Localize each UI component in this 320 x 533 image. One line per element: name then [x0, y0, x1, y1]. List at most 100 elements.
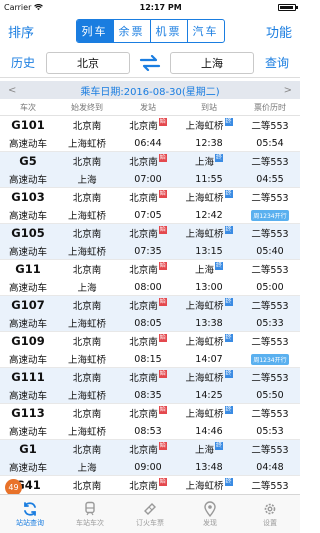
- functions-button[interactable]: 功能: [266, 22, 292, 41]
- travel-duration: 05:40: [256, 245, 284, 257]
- train-code: G1: [19, 442, 37, 456]
- ticket-price: 二等553: [251, 445, 289, 456]
- date-bar: < 乘车日期:2016-08-30(星期二) >: [0, 81, 300, 99]
- tab-book-tickets[interactable]: 订火车票: [120, 495, 180, 533]
- train-row[interactable]: G105 北京南 北京南始上海虹桥终二等553 高速动车 上海虹桥 07:35 13:15 0…: [0, 224, 300, 260]
- swap-stations-button[interactable]: [136, 53, 164, 73]
- clock: 12:17 PM: [139, 2, 182, 12]
- tab-station-query[interactable]: 站站查询: [0, 495, 60, 533]
- origin-station: 北京南: [72, 373, 102, 384]
- origin-station: 北京南: [72, 193, 102, 204]
- column-train[interactable]: 车次: [0, 102, 56, 113]
- start-station-tag: 始: [158, 190, 167, 198]
- tab-label: 发现: [203, 518, 217, 527]
- arrive-time: 13:00: [195, 281, 223, 293]
- train-row-top: G41 北京南 北京南始上海虹桥终二等553: [0, 476, 300, 494]
- travel-date[interactable]: 乘车日期:2016-08-30(星期二): [80, 83, 219, 98]
- end-station-tag: 终: [224, 298, 233, 306]
- train-row-top: G101 北京南 北京南始上海虹桥终二等553: [0, 116, 300, 134]
- history-button[interactable]: 历史: [6, 54, 40, 71]
- start-station-tag: 始: [158, 406, 167, 414]
- column-price-duration[interactable]: 票价历时: [240, 102, 300, 113]
- train-row[interactable]: G103 北京南 北京南始上海虹桥终二等553 高速动车 上海虹桥 07:05 12:42 周…: [0, 188, 300, 224]
- tab-label: 站站查询: [16, 518, 44, 527]
- depart-time: 06:44: [134, 137, 162, 149]
- arrive-time: 12:38: [195, 137, 223, 149]
- depart-station-cell: 北京南始: [118, 370, 178, 384]
- train-type: 高速动车: [8, 175, 47, 186]
- depart-station-cell: 北京南始: [118, 154, 178, 168]
- column-arrive[interactable]: 到站: [178, 102, 240, 113]
- query-button[interactable]: 查询: [260, 54, 294, 71]
- end-station-tag: 终: [224, 370, 233, 378]
- train-code: G107: [11, 298, 45, 312]
- to-station-field[interactable]: 上海: [170, 51, 254, 74]
- train-row-bottom: 高速动车 上海虹桥 08:35 14:25 05:50: [0, 386, 300, 404]
- arrive-station: 上海: [194, 445, 214, 456]
- arrive-station-cell: 上海终: [178, 262, 240, 276]
- segment-bus[interactable]: 汽车: [188, 20, 224, 42]
- arrive-time: 14:46: [195, 425, 223, 437]
- train-row[interactable]: G5 北京南 北京南始上海终二等553 高速动车 上海 07:00 11:55 04:55: [0, 152, 300, 188]
- sort-button[interactable]: 排序: [8, 22, 34, 41]
- depart-station-cell: 北京南始: [118, 190, 178, 204]
- segment-flights[interactable]: 机票: [151, 20, 188, 42]
- train-type: 高速动车: [8, 211, 47, 222]
- segment-train[interactable]: 列车: [76, 20, 114, 42]
- previous-day-button[interactable]: <: [8, 85, 16, 96]
- train-code: G109: [11, 334, 45, 348]
- arrive-station-cell: 上海虹桥终: [178, 478, 240, 492]
- from-station-field[interactable]: 北京: [46, 51, 130, 74]
- start-station-tag: 始: [158, 118, 167, 126]
- tab-label: 订火车票: [136, 518, 164, 527]
- segment-remaining-tickets[interactable]: 余票: [114, 20, 151, 42]
- depart-station: 北京南: [129, 301, 158, 312]
- arrive-station: 上海虹桥: [185, 301, 224, 312]
- train-row[interactable]: G109 北京南 北京南始上海虹桥终二等553 高速动车 上海虹桥 08:15 14:07 周…: [0, 332, 300, 368]
- depart-station: 北京南: [129, 265, 158, 276]
- ticket-price: 二等553: [251, 193, 289, 204]
- column-depart[interactable]: 发站: [118, 102, 178, 113]
- depart-station: 北京南: [129, 337, 158, 348]
- depart-station: 北京南: [129, 121, 158, 132]
- depart-station-cell: 北京南始: [118, 298, 178, 312]
- depart-time: 08:35: [134, 389, 162, 401]
- train-row[interactable]: G107 北京南 北京南始上海虹桥终二等553 高速动车 上海虹桥 08:05 13:38 0…: [0, 296, 300, 332]
- arrive-time: 11:55: [195, 173, 223, 185]
- end-station-tag: 终: [215, 442, 224, 450]
- origin-station: 北京南: [72, 445, 102, 456]
- next-day-button[interactable]: >: [284, 85, 292, 96]
- destination-station: 上海虹桥: [67, 391, 106, 402]
- train-row-top: G105 北京南 北京南始上海虹桥终二等553: [0, 224, 300, 242]
- train-row[interactable]: G113 北京南 北京南始上海虹桥终二等553 高速动车 上海虹桥 08:53 14:46 0…: [0, 404, 300, 440]
- start-station-tag: 始: [158, 154, 167, 162]
- arrive-station: 上海: [194, 157, 214, 168]
- tab-discover[interactable]: 发现: [180, 495, 240, 533]
- arrive-station-cell: 上海虹桥终: [178, 190, 240, 204]
- train-type: 高速动车: [8, 463, 47, 474]
- depart-station: 北京南: [129, 373, 158, 384]
- train-row[interactable]: G1 北京南 北京南始上海终二等553 高速动车 上海 09:00 13:48 04:48: [0, 440, 300, 476]
- train-row[interactable]: G11 北京南 北京南始上海终二等553 高速动车 上海 08:00 13:00 05:00: [0, 260, 300, 296]
- tab-settings[interactable]: 设置: [240, 495, 300, 533]
- tab-station-trains[interactable]: 车站车次: [60, 495, 120, 533]
- train-row[interactable]: G101 北京南 北京南始上海虹桥终二等553 高速动车 上海虹桥 06:44 12:38 0…: [0, 116, 300, 152]
- depart-station: 北京南: [129, 409, 158, 420]
- column-origin-dest[interactable]: 始发终到: [56, 102, 118, 113]
- destination-station: 上海虹桥: [67, 247, 106, 258]
- tab-bar: 站站查询 车站车次 订火车票 发现 设置: [0, 494, 300, 533]
- train-row-top: G113 北京南 北京南始上海虹桥终二等553: [0, 404, 300, 422]
- depart-time: 07:00: [134, 173, 162, 185]
- depart-time: 08:53: [134, 425, 162, 437]
- train-row[interactable]: G111 北京南 北京南始上海虹桥终二等553 高速动车 上海虹桥 08:35 14:25 0…: [0, 368, 300, 404]
- train-row-bottom: 高速动车 上海虹桥 08:15 14:07 周1234开行: [0, 350, 300, 368]
- arrive-station-cell: 上海终: [178, 154, 240, 168]
- travel-duration: 05:54: [256, 137, 284, 149]
- depart-station-cell: 北京南始: [118, 262, 178, 276]
- depart-time: 08:00: [134, 281, 162, 293]
- ticket-price: 二等553: [251, 301, 289, 312]
- origin-station: 北京南: [72, 157, 102, 168]
- depart-station-cell: 北京南始: [118, 118, 178, 132]
- train-code: G5: [19, 154, 37, 168]
- train-type: 高速动车: [8, 139, 47, 150]
